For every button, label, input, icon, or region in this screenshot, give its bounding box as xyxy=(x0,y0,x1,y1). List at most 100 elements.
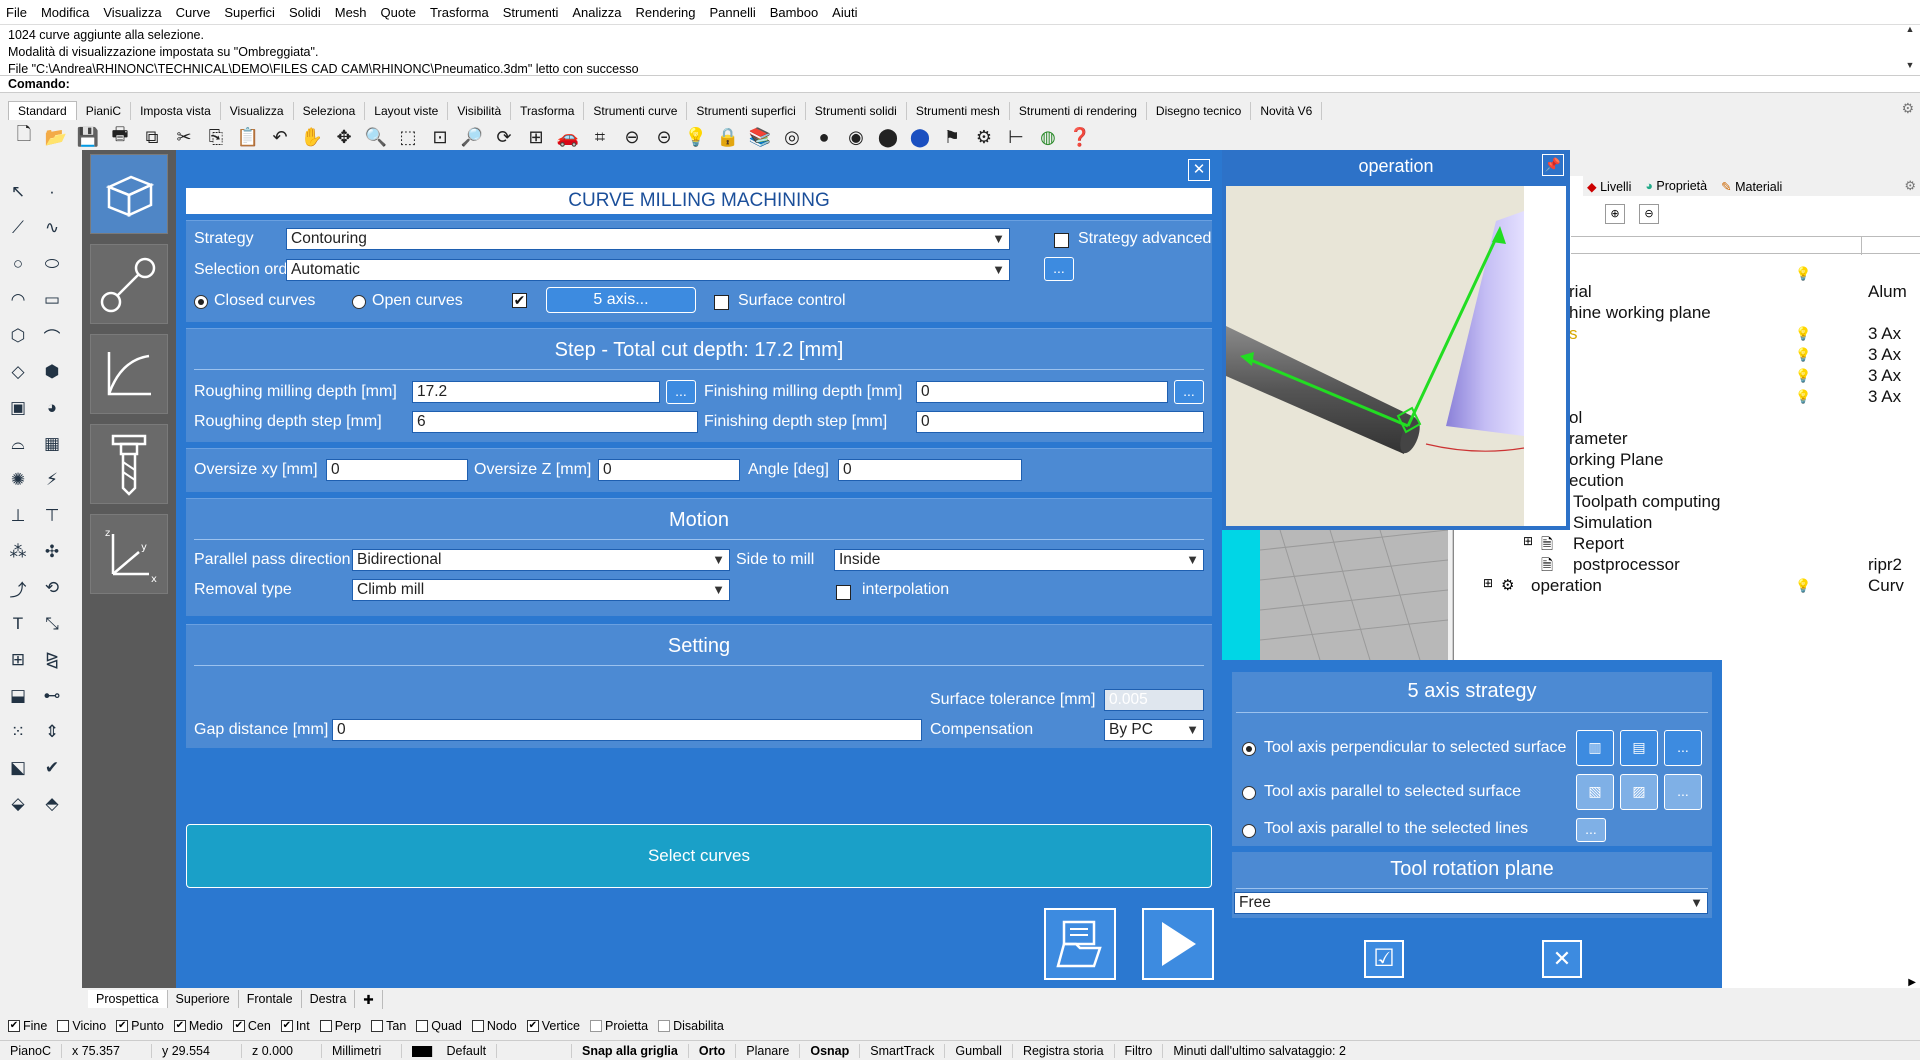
tab-strumenti-curve[interactable]: Strumenti curve xyxy=(584,102,688,120)
osnap-quad[interactable]: Quad xyxy=(416,1019,462,1033)
status-plane[interactable]: PianoC xyxy=(0,1043,62,1058)
compensation-select[interactable]: By PC xyxy=(1104,719,1204,741)
tool-button[interactable] xyxy=(90,424,168,504)
menu-pannelli[interactable]: Pannelli xyxy=(709,5,755,20)
osnap-checkbox[interactable] xyxy=(416,1020,429,1032)
roughing-depth-input[interactable]: 17.2 xyxy=(412,381,660,403)
tool-rotation-select[interactable]: Free xyxy=(1234,892,1708,914)
gap-distance-input[interactable]: 0 xyxy=(332,719,922,741)
osnap-checkbox[interactable]: ✔ xyxy=(232,1020,245,1032)
block-icon[interactable]: ⬓ xyxy=(4,682,32,710)
confirm-check-icon[interactable]: ☑ xyxy=(1364,940,1404,978)
status-gumball[interactable]: Gumball xyxy=(945,1043,1013,1058)
menu-quote[interactable]: Quote xyxy=(381,5,416,20)
mesh-icon[interactable]: ▦ xyxy=(38,430,66,458)
expand-icon[interactable]: ⊞ xyxy=(1483,576,1493,590)
arc-icon[interactable]: ◠ xyxy=(4,286,32,314)
tree-item[interactable]: s xyxy=(1569,324,1578,344)
osnap-checkbox[interactable] xyxy=(471,1020,484,1032)
select-arrow-icon[interactable]: ↖ xyxy=(4,178,32,206)
osnap-perp[interactable]: Perp xyxy=(319,1019,361,1033)
finishing-step-input[interactable]: 0 xyxy=(916,411,1204,433)
osnap-tan[interactable]: Tan xyxy=(371,1019,406,1033)
expand-icon[interactable]: ⊞ xyxy=(1523,534,1533,548)
cplane-icon[interactable]: ⊖ xyxy=(620,125,644,149)
shaded-sphere-icon[interactable]: ● xyxy=(812,125,836,149)
menu-solidi[interactable]: Solidi xyxy=(289,5,321,20)
osnap-fine[interactable]: ✔ Fine xyxy=(8,1019,47,1033)
tab-pianic[interactable]: PianiC xyxy=(77,102,132,120)
tab-strumenti-mesh[interactable]: Strumenti mesh xyxy=(907,102,1010,120)
parallel-surface-pick-icon[interactable]: ▧ xyxy=(1576,774,1614,810)
parallel-pass-select[interactable]: Bidirectional xyxy=(352,549,730,571)
trim-icon[interactable]: ⊥ xyxy=(4,502,32,530)
command-line[interactable]: Comando: xyxy=(0,75,1920,93)
tree-item[interactable]: orking Plane xyxy=(1569,450,1664,470)
tree-item[interactable]: rameter xyxy=(1569,429,1628,449)
panel-gear-icon[interactable]: ⚙ xyxy=(1904,178,1916,194)
text-icon[interactable]: T xyxy=(4,610,32,638)
menu-strumenti[interactable]: Strumenti xyxy=(503,5,559,20)
tab-prospettica[interactable]: Prospettica xyxy=(88,990,168,1008)
undo-icon[interactable]: ↶ xyxy=(268,125,292,149)
move-view-icon[interactable]: ✥ xyxy=(332,125,356,149)
offset-icon[interactable]: ⤴ xyxy=(4,574,32,602)
status-history[interactable]: Registra storia xyxy=(1013,1043,1115,1058)
explode-icon[interactable]: ✣ xyxy=(38,538,66,566)
removal-type-select[interactable]: Climb mill xyxy=(352,579,730,601)
polygon-icon[interactable]: ⬡ xyxy=(4,322,32,350)
osnap-medio[interactable]: ✔ Medio xyxy=(173,1019,223,1033)
tab-superiore[interactable]: Superiore xyxy=(168,990,239,1008)
tab-strumenti-solidi[interactable]: Strumenti solidi xyxy=(806,102,907,120)
tab-destra[interactable]: Destra xyxy=(302,990,356,1008)
curves-button[interactable] xyxy=(90,334,168,414)
options-gear-icon[interactable]: ⚙ xyxy=(972,125,996,149)
parallel-surface-edit-icon[interactable]: ▨ xyxy=(1620,774,1658,810)
add-viewport-icon[interactable]: ✚ xyxy=(355,989,383,1009)
open-folder-icon[interactable]: 📂 xyxy=(44,125,68,149)
grid-array-icon[interactable]: ⁙ xyxy=(4,718,32,746)
zoom-selected-icon[interactable]: 🔎 xyxy=(460,125,484,149)
pan-hand-icon[interactable]: ✋ xyxy=(300,125,324,149)
split-icon[interactable]: ⚡ xyxy=(38,466,66,494)
status-units[interactable]: Millimetri xyxy=(322,1043,402,1058)
osnap-checkbox[interactable] xyxy=(658,1020,671,1032)
oversize-xy-input[interactable]: 0 xyxy=(326,459,468,481)
angle-input[interactable]: 0 xyxy=(838,459,1022,481)
save-icon[interactable]: 💾 xyxy=(76,125,100,149)
blue-sphere-icon[interactable]: ⬤ xyxy=(908,125,932,149)
rotate-icon[interactable]: ⟲ xyxy=(38,574,66,602)
parallel-more-button[interactable]: ... xyxy=(1664,774,1702,810)
osnap-vertice[interactable]: ✔ Vertice xyxy=(526,1019,580,1033)
status-layer[interactable]: Default xyxy=(402,1043,572,1058)
align-icon[interactable]: ⇕ xyxy=(38,718,66,746)
point-icon[interactable]: · xyxy=(38,178,66,206)
flag-icon[interactable]: ⚑ xyxy=(940,125,964,149)
lock-icon[interactable]: 🔒 xyxy=(716,125,740,149)
array-icon[interactable]: ⊞ xyxy=(4,646,32,674)
close-icon[interactable]: ✕ xyxy=(1188,159,1210,181)
tab-visualizza[interactable]: Visualizza xyxy=(221,102,294,120)
analyze-icon[interactable]: ⬕ xyxy=(4,754,32,782)
perp-surface-pick-icon[interactable]: ▥ xyxy=(1576,730,1614,766)
stock-box-button[interactable] xyxy=(90,154,168,234)
tab-proprieta[interactable]: ◕ Proprietà xyxy=(1645,179,1707,193)
osnap-checkbox[interactable]: ✔ xyxy=(526,1020,539,1032)
rotate-view-icon[interactable]: ⟳ xyxy=(492,125,516,149)
five-axis-checkbox[interactable]: ✔ xyxy=(512,293,527,308)
tab-materiali[interactable]: ✎ Materiali xyxy=(1721,179,1782,194)
tree-item[interactable]: Toolpath computing xyxy=(1573,492,1720,512)
osnap-checkbox[interactable]: ✔ xyxy=(116,1020,129,1032)
copy-icon[interactable]: ⎘ xyxy=(204,125,228,149)
sphere-icon[interactable]: ◕ xyxy=(38,394,66,422)
strategy-advanced-checkbox[interactable] xyxy=(1054,233,1069,248)
bulb-icon[interactable]: 💡 xyxy=(1795,368,1811,384)
tab-visibilita[interactable]: Visibilità xyxy=(448,102,512,120)
cancel-close-icon[interactable]: ✕ xyxy=(1542,940,1582,978)
status-snap[interactable]: Snap alla griglia xyxy=(572,1043,689,1058)
menu-modifica[interactable]: Modifica xyxy=(41,5,89,20)
four-viewports-icon[interactable]: ⊞ xyxy=(524,125,548,149)
print-icon[interactable]: 🖶 xyxy=(108,124,132,149)
run-button[interactable] xyxy=(1142,908,1214,980)
tree-item[interactable]: rial xyxy=(1569,282,1592,302)
